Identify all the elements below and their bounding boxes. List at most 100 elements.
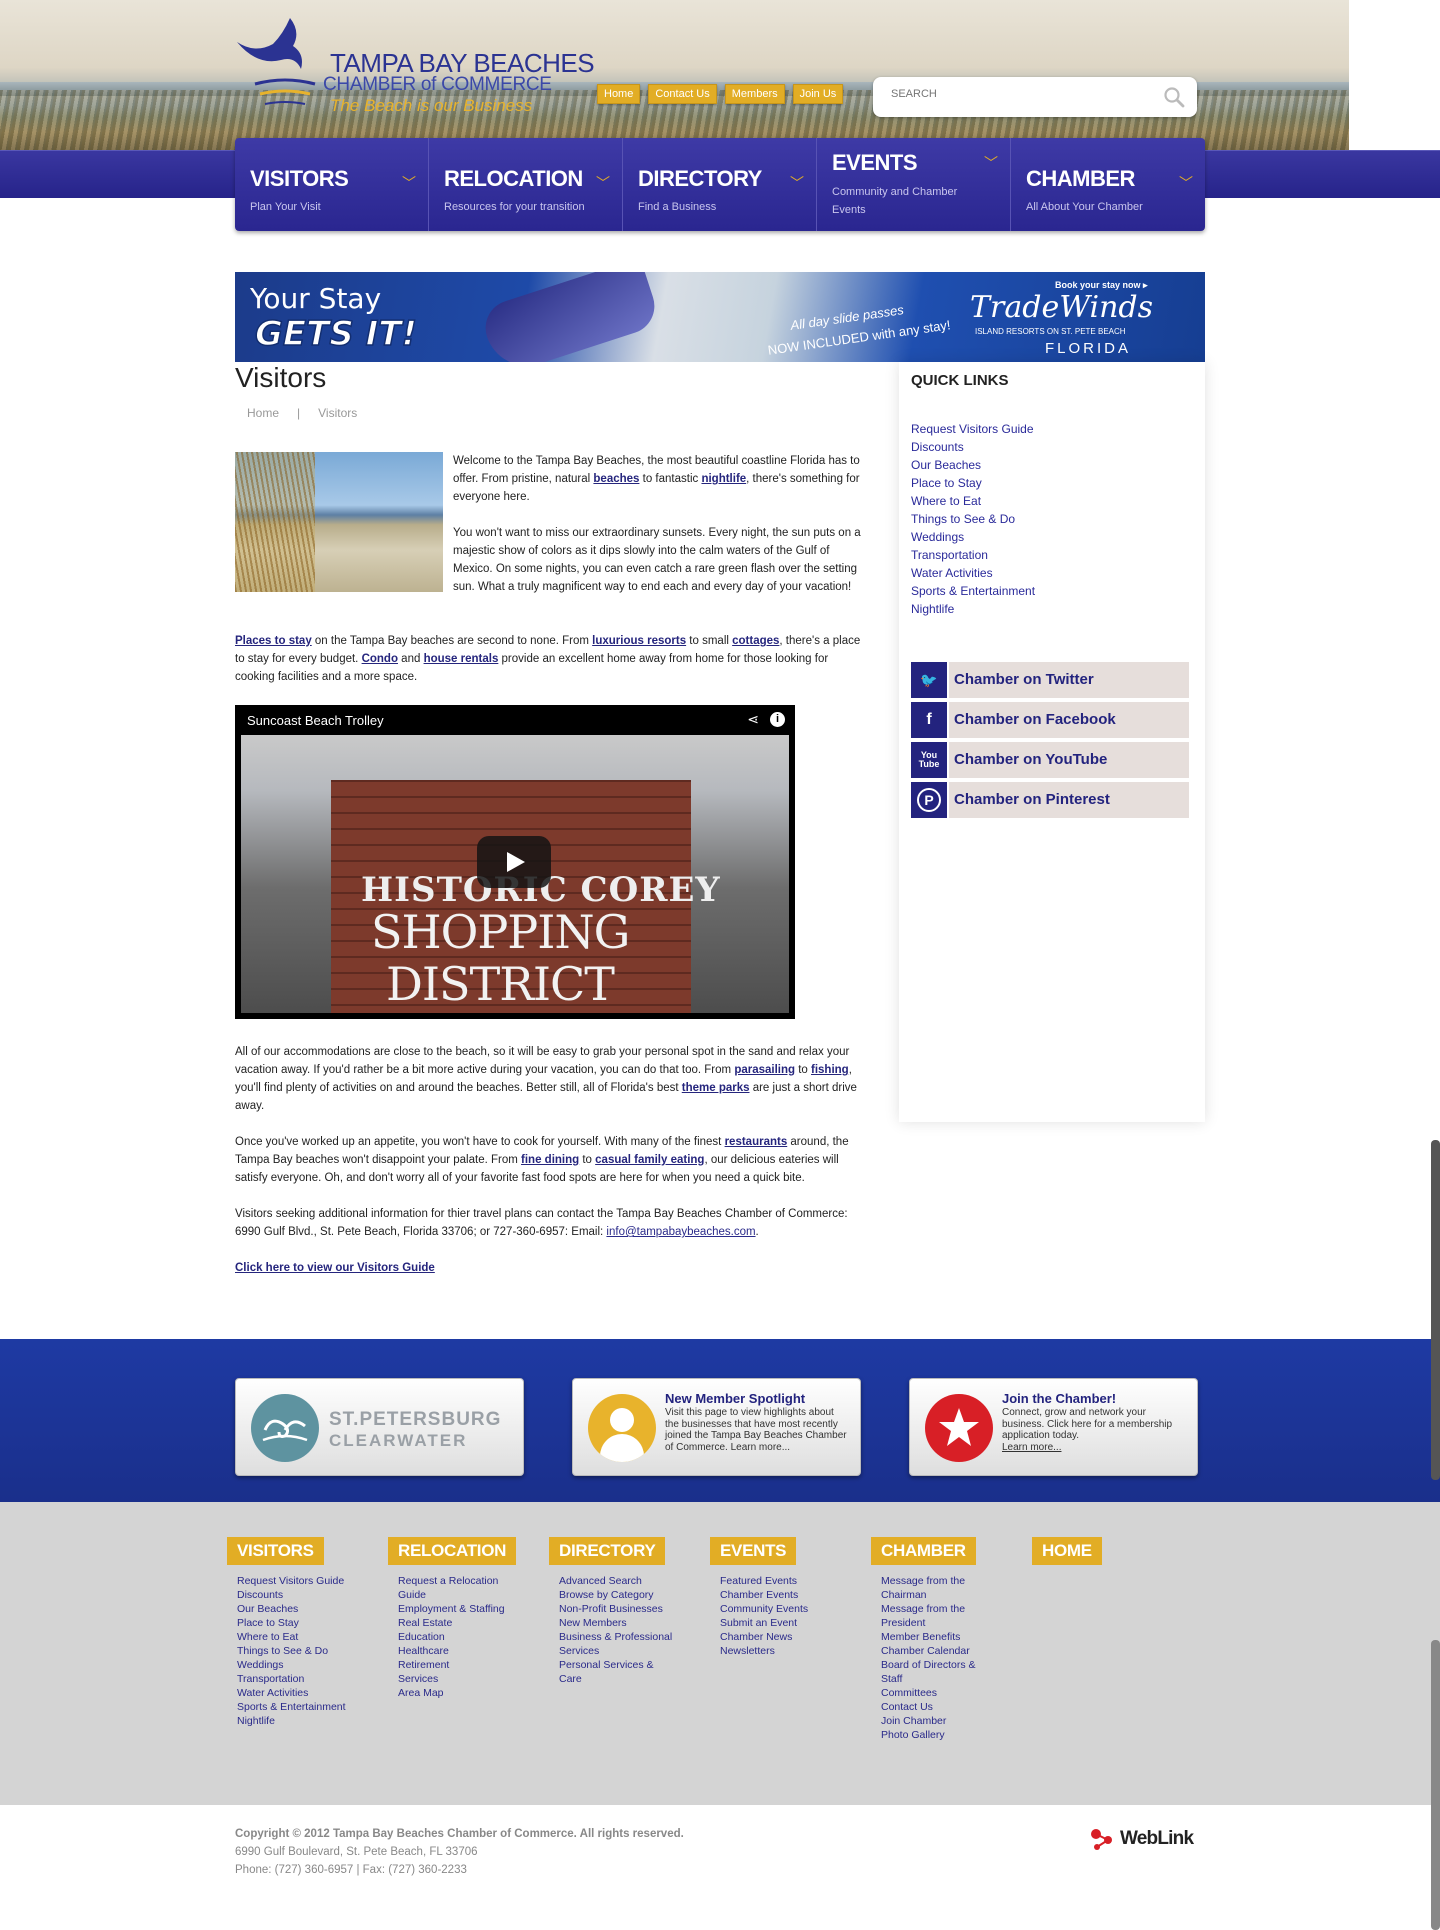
footer-link[interactable]: Board of Directors & Staff — [881, 1658, 986, 1686]
search-icon[interactable] — [1163, 86, 1185, 108]
site-logo[interactable]: TAMPA BAY BEACHES CHAMBER of COMMERCE Th… — [235, 14, 595, 119]
footer-link[interactable]: Healthcare — [398, 1644, 508, 1658]
luxurious-resorts-link[interactable]: luxurious resorts — [592, 635, 686, 647]
theme-parks-link[interactable]: theme parks — [682, 1082, 750, 1094]
twitter-link[interactable]: 🐦 Chamber on Twitter — [911, 662, 1189, 698]
footer-heading-directory[interactable]: DIRECTORY — [549, 1537, 666, 1565]
footer-link[interactable]: Things to See & Do — [237, 1644, 377, 1658]
join-chamber-card[interactable]: Join the Chamber! Connect, grow and netw… — [909, 1378, 1198, 1476]
footer-link[interactable]: Where to Eat — [237, 1630, 377, 1644]
footer-link[interactable]: Request Visitors Guide — [237, 1574, 377, 1588]
footer-link[interactable]: Advanced Search — [559, 1574, 684, 1588]
footer-link[interactable]: Submit an Event — [720, 1616, 860, 1630]
search-input[interactable] — [891, 88, 1151, 100]
footer-link[interactable]: Our Beaches — [237, 1602, 377, 1616]
footer-link[interactable]: Retirement Services — [398, 1658, 468, 1686]
footer-link[interactable]: Community Events — [720, 1602, 860, 1616]
footer-link[interactable]: Place to Stay — [237, 1616, 377, 1630]
stpete-clearwater-card[interactable]: ST.PETERSBURG CLEARWATER — [235, 1378, 524, 1476]
footer-link[interactable]: Browse by Category — [559, 1588, 684, 1602]
nav-events[interactable]: EVENTS Community and Chamber Events ﹀ — [817, 138, 1011, 231]
top-link-members[interactable]: Members — [724, 84, 785, 104]
fine-dining-link[interactable]: fine dining — [521, 1154, 579, 1166]
chevron-down-icon[interactable]: ﹀ — [984, 153, 998, 173]
footer-link[interactable]: Discounts — [237, 1588, 377, 1602]
quick-link-item[interactable]: Weddings — [911, 528, 1035, 546]
footer-link[interactable]: Weddings — [237, 1658, 377, 1672]
condo-link[interactable]: Condo — [362, 653, 398, 665]
footer-link[interactable]: Nightlife — [237, 1714, 377, 1728]
footer-link[interactable]: Committees — [881, 1686, 986, 1700]
footer-link[interactable]: Contact Us — [881, 1700, 986, 1714]
quick-link-item[interactable]: Where to Eat — [911, 492, 1035, 510]
quick-link-item[interactable]: Place to Stay — [911, 474, 1035, 492]
beaches-link[interactable]: beaches — [593, 473, 639, 485]
footer-link[interactable]: Employment & Staffing — [398, 1602, 508, 1616]
nav-visitors[interactable]: VISITORS Plan Your Visit ﹀ — [235, 138, 429, 231]
footer-link[interactable]: Member Benefits — [881, 1630, 986, 1644]
new-member-spotlight-card[interactable]: New Member Spotlight Visit this page to … — [572, 1378, 861, 1476]
footer-link[interactable]: Chamber Events — [720, 1588, 860, 1602]
nav-chamber[interactable]: CHAMBER All About Your Chamber ﹀ — [1011, 138, 1205, 231]
footer-heading-visitors[interactable]: VISITORS — [227, 1537, 324, 1565]
chevron-down-icon[interactable]: ﹀ — [596, 173, 610, 193]
footer-link[interactable]: Chamber News — [720, 1630, 860, 1644]
video-title[interactable]: Suncoast Beach Trolley — [247, 713, 384, 728]
quick-link-item[interactable]: Sports & Entertainment — [911, 582, 1035, 600]
places-to-stay-link[interactable]: Places to stay — [235, 635, 312, 647]
footer-link[interactable]: Request a Relocation Guide — [398, 1574, 508, 1602]
top-link-join-us[interactable]: Join Us — [792, 84, 844, 104]
house-rentals-link[interactable]: house rentals — [424, 653, 499, 665]
join-learn-more-link[interactable]: Learn more... — [1002, 1442, 1061, 1453]
video-player[interactable]: HISTORIC COREY SHOPPING DISTRICT Suncoas… — [235, 705, 795, 1019]
footer-link[interactable]: Personal Services & Care — [559, 1658, 669, 1686]
footer-link[interactable]: Business & Professional Services — [559, 1630, 684, 1658]
quick-link-item[interactable]: Water Activities — [911, 564, 1035, 582]
play-button[interactable] — [477, 836, 551, 888]
footer-link[interactable]: Real Estate — [398, 1616, 508, 1630]
share-icon[interactable]: ⋖ — [747, 711, 759, 728]
footer-heading-events[interactable]: EVENTS — [710, 1537, 797, 1565]
footer-link[interactable]: Message from the Chairman — [881, 1574, 986, 1602]
footer-link[interactable]: Message from the President — [881, 1602, 986, 1630]
quick-link-item[interactable]: Things to See & Do — [911, 510, 1035, 528]
footer-link[interactable]: Featured Events — [720, 1574, 860, 1588]
weblink-logo[interactable]: WebLink — [1088, 1826, 1194, 1852]
footer-link[interactable]: Education — [398, 1630, 508, 1644]
youtube-link[interactable]: You Tube Chamber on YouTube — [911, 742, 1189, 778]
footer-link[interactable]: Water Activities — [237, 1686, 377, 1700]
footer-link[interactable]: Area Map — [398, 1686, 508, 1700]
quick-link-item[interactable]: Transportation — [911, 546, 1035, 564]
top-link-contact-us[interactable]: Contact Us — [648, 84, 717, 104]
quick-link-item[interactable]: Request Visitors Guide — [911, 420, 1035, 438]
footer-link[interactable]: Chamber Calendar — [881, 1644, 986, 1658]
footer-heading-chamber[interactable]: CHAMBER — [871, 1537, 976, 1565]
tradewinds-banner-ad[interactable]: Your Stay GETS IT! All day slide passes … — [235, 272, 1205, 362]
quick-link-item[interactable]: Nightlife — [911, 600, 1035, 618]
footer-link[interactable]: Photo Gallery — [881, 1728, 986, 1742]
nightlife-link[interactable]: nightlife — [701, 473, 746, 485]
footer-link[interactable]: Non-Profit Businesses — [559, 1602, 684, 1616]
top-link-home[interactable]: Home — [597, 84, 641, 104]
footer-heading-relocation[interactable]: RELOCATION — [388, 1537, 517, 1565]
footer-link[interactable]: Transportation — [237, 1672, 377, 1686]
casual-family-eating-link[interactable]: casual family eating — [595, 1154, 704, 1166]
quick-link-item[interactable]: Discounts — [911, 438, 1035, 456]
footer-link[interactable]: Sports & Entertainment — [237, 1700, 377, 1714]
pinterest-link[interactable]: P Chamber on Pinterest — [911, 782, 1189, 818]
footer-link[interactable]: New Members — [559, 1616, 684, 1630]
cottages-link[interactable]: cottages — [732, 635, 779, 647]
scrollbar-track[interactable] — [1431, 1640, 1440, 1930]
visitors-guide-link[interactable]: Click here to view our Visitors Guide — [235, 1262, 435, 1274]
nav-directory[interactable]: DIRECTORY Find a Business ﹀ — [623, 138, 817, 231]
quick-link-item[interactable]: Our Beaches — [911, 456, 1035, 474]
footer-heading-home[interactable]: HOME — [1032, 1537, 1102, 1565]
chevron-down-icon[interactable]: ﹀ — [1179, 173, 1193, 193]
chevron-down-icon[interactable]: ﹀ — [790, 173, 804, 193]
parasailing-link[interactable]: parasailing — [734, 1064, 795, 1076]
email-link[interactable]: info@tampabaybeaches.com — [606, 1226, 755, 1238]
fishing-link[interactable]: fishing — [811, 1064, 849, 1076]
footer-link[interactable]: Newsletters — [720, 1644, 860, 1658]
facebook-link[interactable]: f Chamber on Facebook — [911, 702, 1189, 738]
chevron-down-icon[interactable]: ﹀ — [402, 173, 416, 193]
